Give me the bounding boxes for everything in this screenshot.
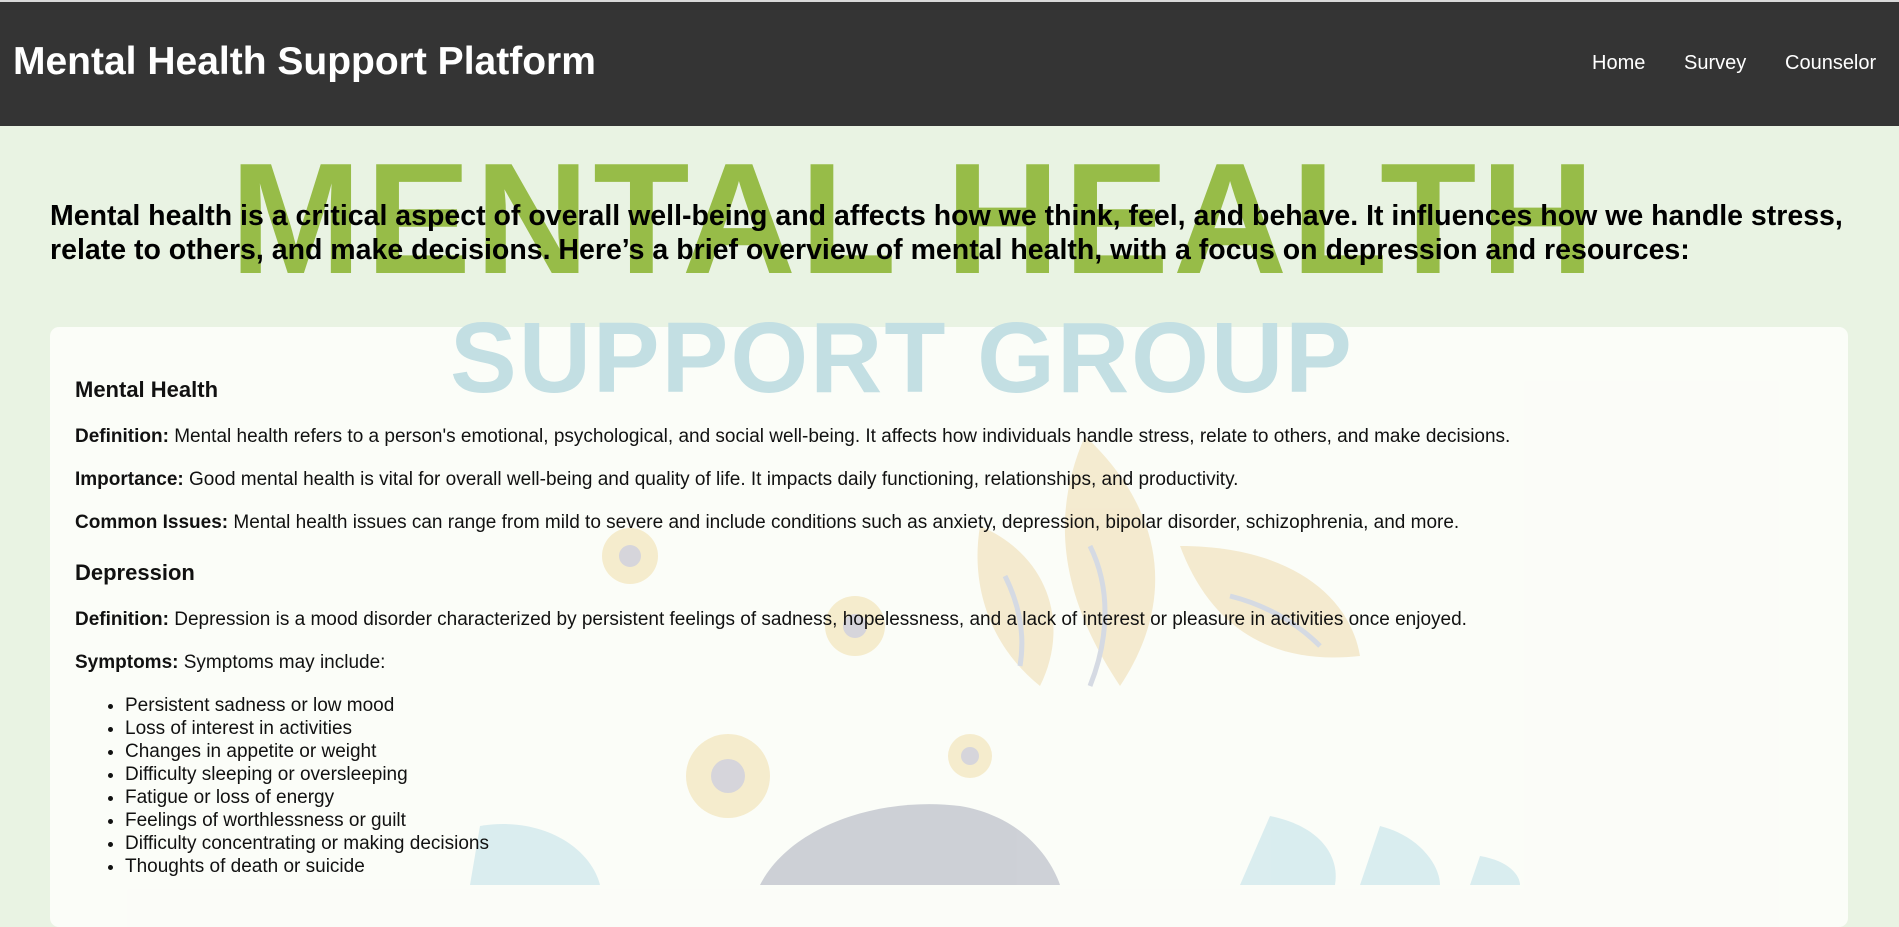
definition-label: Definition: bbox=[75, 426, 169, 447]
mental-health-definition: Definition: Mental health refers to a pe… bbox=[75, 426, 1510, 448]
nav-link-survey[interactable]: Survey bbox=[1684, 52, 1746, 75]
definition-label: Definition: bbox=[75, 609, 169, 630]
symptoms-text: Symptoms may include: bbox=[178, 652, 386, 673]
site-title: Mental Health Support Platform bbox=[13, 40, 596, 83]
list-item: Thoughts of death or suicide bbox=[125, 855, 489, 878]
section-heading-depression: Depression bbox=[75, 560, 195, 585]
symptoms-label: Symptoms: bbox=[75, 652, 179, 673]
symptom-list: Persistent sadness or low mood Loss of i… bbox=[100, 694, 489, 878]
common-issues-text: Mental health issues can range from mild… bbox=[228, 512, 1460, 533]
top-header: Mental Health Support Platform Home Surv… bbox=[0, 0, 1899, 126]
nav-link-counselor[interactable]: Counselor bbox=[1785, 52, 1876, 75]
list-item: Changes in appetite or weight bbox=[125, 740, 489, 763]
importance-text: Good mental health is vital for overall … bbox=[183, 469, 1239, 490]
list-item: Loss of interest in activities bbox=[125, 717, 489, 740]
mental-health-importance: Importance: Good mental health is vital … bbox=[75, 469, 1238, 491]
definition-text: Mental health refers to a person's emoti… bbox=[168, 426, 1511, 447]
depression-symptoms: Symptoms: Symptoms may include: bbox=[75, 652, 385, 674]
list-item: Difficulty concentrating or making decis… bbox=[125, 832, 489, 855]
mental-health-common-issues: Common Issues: Mental health issues can … bbox=[75, 512, 1459, 534]
common-issues-label: Common Issues: bbox=[75, 512, 229, 533]
section-heading-mental-health: Mental Health bbox=[75, 377, 219, 402]
depression-definition: Definition: Depression is a mood disorde… bbox=[75, 609, 1467, 631]
list-item: Feelings of worthlessness or guilt bbox=[125, 809, 489, 832]
list-item: Difficulty sleeping or oversleeping bbox=[125, 763, 489, 786]
list-item: Persistent sadness or low mood bbox=[125, 694, 489, 717]
intro-heading: Mental health is a critical aspect of ov… bbox=[50, 200, 1843, 266]
importance-label: Importance: bbox=[75, 469, 184, 490]
list-item: Fatigue or loss of energy bbox=[125, 786, 489, 809]
definition-text: Depression is a mood disorder characteri… bbox=[168, 609, 1467, 630]
nav-link-home[interactable]: Home bbox=[1592, 52, 1645, 75]
